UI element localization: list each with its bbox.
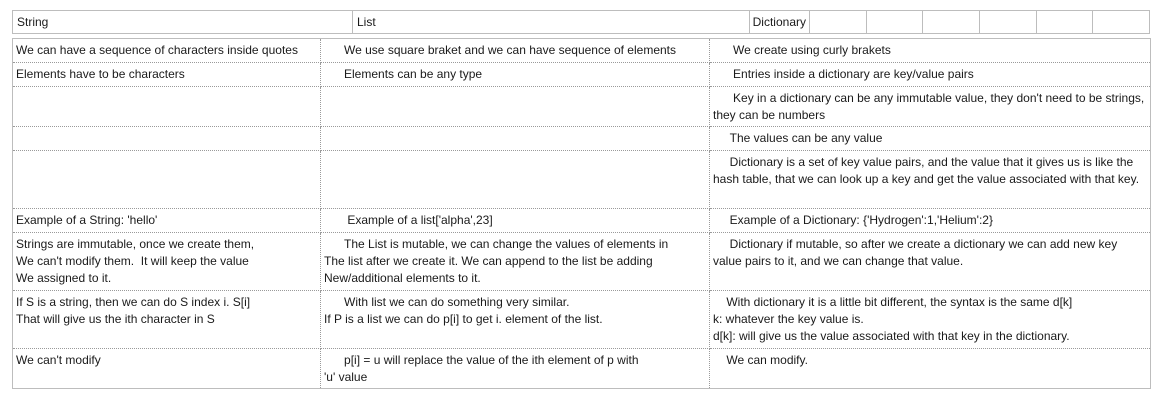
header-empty-cell[interactable] bbox=[980, 11, 1037, 34]
table-row: Example of a String: 'hello' Example of … bbox=[12, 208, 1151, 233]
list-cell[interactable] bbox=[320, 126, 710, 151]
list-cell[interactable] bbox=[320, 86, 710, 127]
string-cell[interactable]: Strings are immutable, once we create th… bbox=[12, 232, 321, 291]
table-row: The values can be any value bbox=[12, 126, 1151, 151]
dictionary-cell[interactable]: Entries inside a dictionary are key/valu… bbox=[709, 62, 1151, 87]
string-cell[interactable] bbox=[12, 150, 321, 209]
list-text: Elements can be any type bbox=[324, 67, 483, 81]
table-row: We can't modify p[i] = u will replace th… bbox=[12, 348, 1151, 389]
list-cell[interactable]: Elements can be any type bbox=[320, 62, 710, 87]
string-text: Elements have to be characters bbox=[16, 67, 185, 81]
dictionary-cell[interactable]: Example of a Dictionary: {'Hydrogen':1,'… bbox=[709, 208, 1151, 233]
header-list[interactable]: List bbox=[352, 11, 750, 34]
list-cell[interactable]: The List is mutable, we can change the v… bbox=[320, 232, 710, 291]
header-string[interactable]: String bbox=[13, 11, 353, 34]
dictionary-text: We create using curly brakets bbox=[713, 43, 891, 57]
header-dictionary[interactable]: Dictionary bbox=[749, 11, 810, 34]
string-text: If S is a string, then we can do S index… bbox=[16, 295, 251, 326]
dictionary-cell[interactable]: We can modify. bbox=[709, 348, 1151, 389]
dictionary-cell[interactable]: Key in a dictionary can be any immutable… bbox=[709, 86, 1151, 127]
list-cell[interactable]: We use square braket and we can have seq… bbox=[320, 38, 710, 63]
header-row: String List Dictionary bbox=[12, 10, 1150, 34]
header-empty-cell[interactable] bbox=[810, 11, 867, 34]
dictionary-text: We can modify. bbox=[713, 353, 808, 367]
list-text: p[i] = u will replace the value of the i… bbox=[324, 353, 639, 384]
header-empty-cell[interactable] bbox=[923, 11, 980, 34]
dictionary-text: Key in a dictionary can be any immutable… bbox=[713, 91, 1148, 122]
string-text: We can't modify bbox=[16, 353, 101, 367]
header-empty-cell[interactable] bbox=[1036, 11, 1094, 34]
table-row: If S is a string, then we can do S index… bbox=[12, 290, 1151, 349]
dictionary-text: Entries inside a dictionary are key/valu… bbox=[713, 67, 974, 81]
list-cell[interactable]: p[i] = u will replace the value of the i… bbox=[320, 348, 710, 389]
table-row: Strings are immutable, once we create th… bbox=[12, 232, 1151, 291]
list-cell[interactable]: With list we can do something very simil… bbox=[320, 290, 710, 349]
dictionary-text: Dictionary if mutable, so after we creat… bbox=[713, 237, 1121, 268]
list-text: The List is mutable, we can change the v… bbox=[324, 237, 669, 285]
string-cell[interactable] bbox=[12, 126, 321, 151]
string-text: We can have a sequence of characters ins… bbox=[16, 43, 298, 57]
dictionary-cell[interactable]: We create using curly brakets bbox=[709, 38, 1151, 63]
string-cell[interactable]: Elements have to be characters bbox=[12, 62, 321, 87]
string-text: Example of a String: 'hello' bbox=[16, 213, 158, 227]
comparison-table: We can have a sequence of characters ins… bbox=[12, 38, 1151, 389]
string-cell[interactable]: Example of a String: 'hello' bbox=[12, 208, 321, 233]
list-text: With list we can do something very simil… bbox=[324, 295, 603, 326]
dictionary-text: Example of a Dictionary: {'Hydrogen':1,'… bbox=[713, 213, 993, 227]
list-cell[interactable]: Example of a list['alpha',23] bbox=[320, 208, 710, 233]
string-cell[interactable]: We can have a sequence of characters ins… bbox=[12, 38, 321, 63]
dictionary-text: Dictionary is a set of key value pairs, … bbox=[713, 155, 1140, 186]
string-cell[interactable] bbox=[12, 86, 321, 127]
header-empty-cell[interactable] bbox=[866, 11, 924, 34]
dictionary-cell[interactable]: With dictionary it is a little bit diffe… bbox=[709, 290, 1151, 349]
dictionary-text: The values can be any value bbox=[713, 131, 883, 145]
dictionary-cell[interactable]: Dictionary is a set of key value pairs, … bbox=[709, 150, 1151, 209]
string-cell[interactable]: We can't modify bbox=[12, 348, 321, 389]
table-row: Elements have to be characters Elements … bbox=[12, 62, 1151, 87]
table-row: We can have a sequence of characters ins… bbox=[12, 38, 1151, 63]
list-text: Example of a list['alpha',23] bbox=[324, 213, 493, 227]
header-empty-cell[interactable] bbox=[1093, 11, 1150, 34]
list-text: We use square braket and we can have seq… bbox=[324, 43, 677, 57]
table-row: Dictionary is a set of key value pairs, … bbox=[12, 150, 1151, 209]
dictionary-cell[interactable]: Dictionary if mutable, so after we creat… bbox=[709, 232, 1151, 291]
table-row: Key in a dictionary can be any immutable… bbox=[12, 86, 1151, 127]
string-cell[interactable]: If S is a string, then we can do S index… bbox=[12, 290, 321, 349]
dictionary-text: With dictionary it is a little bit diffe… bbox=[713, 295, 1073, 343]
dictionary-cell[interactable]: The values can be any value bbox=[709, 126, 1151, 151]
string-text: Strings are immutable, once we create th… bbox=[16, 237, 255, 285]
list-cell[interactable] bbox=[320, 150, 710, 209]
